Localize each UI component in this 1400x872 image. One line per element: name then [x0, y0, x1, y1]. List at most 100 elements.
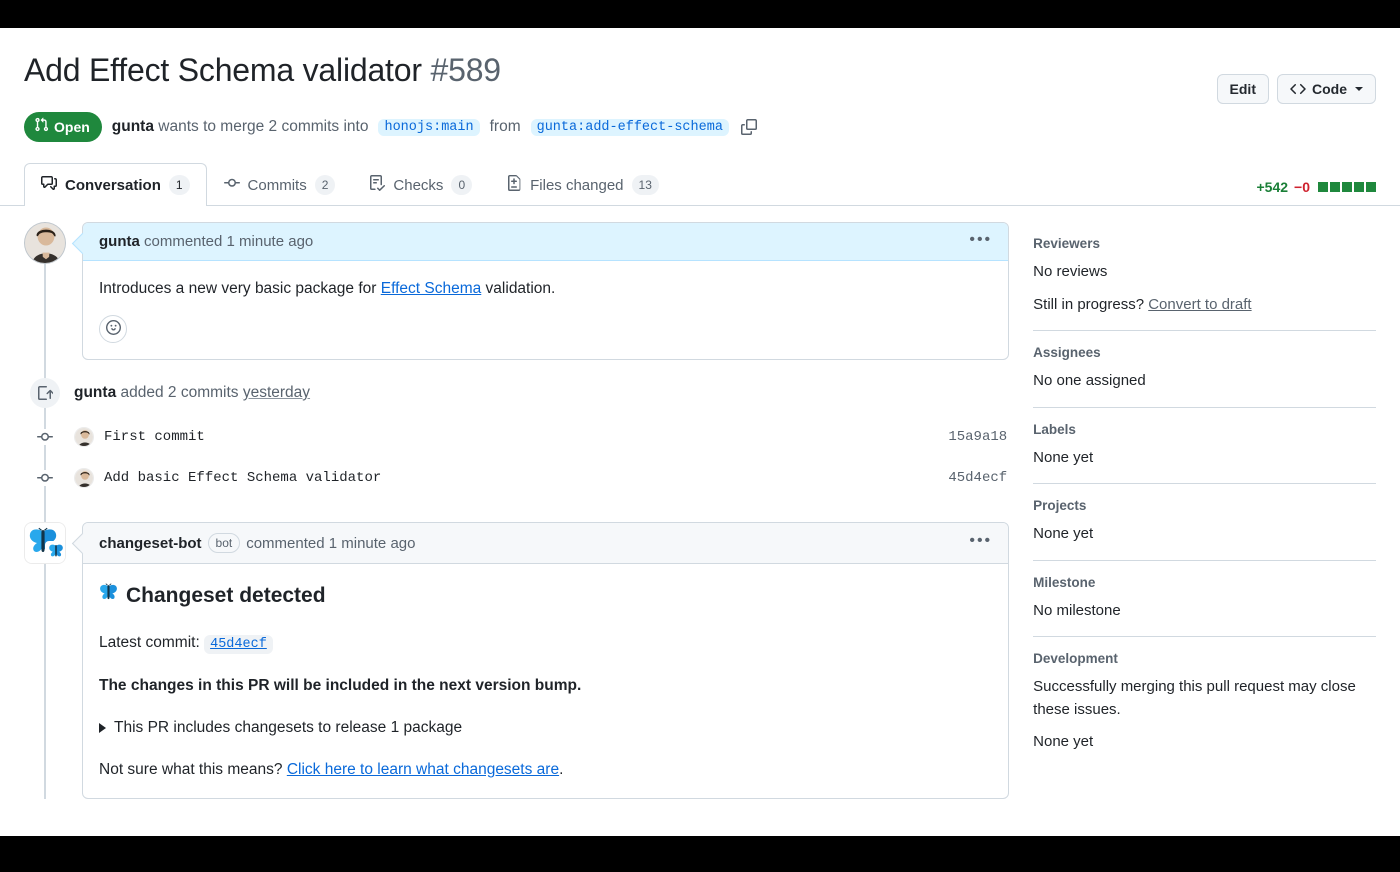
avatar[interactable]	[24, 222, 66, 264]
commit-message[interactable]: Add basic Effect Schema validator	[104, 470, 381, 486]
comment-body: Changeset detected Latest commit: 45d4ec…	[83, 564, 1008, 798]
sidebar-section-title[interactable]: Projects	[1033, 498, 1376, 513]
diffstat-deletions: −0	[1294, 179, 1310, 195]
butterfly-icon	[99, 580, 118, 613]
convert-to-draft-prompt: Still in progress?	[1033, 295, 1149, 313]
tab-files-changed[interactable]: Files changed 13	[489, 163, 676, 206]
labels-value: None yet	[1033, 448, 1094, 466]
conversation-timeline: gunta commented 1 minute ago ••• Introdu…	[24, 222, 1010, 799]
tab-files-changed-count: 13	[631, 175, 659, 195]
title-row: Add Effect Schema validator #589	[24, 50, 1376, 90]
sidebar-section-title[interactable]: Milestone	[1033, 575, 1376, 590]
commit-row: First commit 15a9a18	[24, 416, 1009, 457]
header-actions: Edit Code	[1216, 74, 1376, 104]
comment-item: gunta commented 1 minute ago ••• Introdu…	[24, 222, 1010, 361]
diffstat-block	[1318, 182, 1328, 192]
commits-push-time[interactable]: yesterday	[243, 384, 310, 401]
tab-checks[interactable]: Checks 0	[352, 163, 489, 206]
changesets-details-summary: This PR includes changesets to release 1…	[114, 718, 463, 736]
pull-request-icon	[34, 117, 49, 137]
avatar	[74, 426, 94, 447]
tab-commits-label: Commits	[247, 176, 307, 194]
tab-conversation-count: 1	[168, 175, 190, 195]
latest-commit-sha-link[interactable]: 45d4ecf	[204, 634, 273, 654]
comment-author[interactable]: gunta	[99, 233, 140, 250]
tab-commits[interactable]: Commits 2	[207, 163, 353, 206]
status-badge-label: Open	[54, 119, 90, 135]
bot-badge: bot	[207, 533, 241, 554]
effect-schema-link[interactable]: Effect Schema	[381, 280, 482, 297]
circle-dot-icon	[30, 469, 60, 486]
commit-sha[interactable]: 15a9a18	[948, 429, 1009, 445]
comment-discussion-icon	[41, 175, 57, 195]
pr-content: gunta commented 1 minute ago ••• Introdu…	[0, 222, 1400, 799]
sidebar-section-title[interactable]: Reviewers	[1033, 236, 1376, 251]
status-badge: Open	[24, 112, 102, 142]
sidebar-section-title[interactable]: Labels	[1033, 422, 1376, 437]
file-diff-icon	[506, 175, 522, 195]
comment-menu-button[interactable]: •••	[969, 231, 992, 249]
convert-to-draft-link[interactable]: Convert to draft	[1148, 296, 1251, 313]
commit-sha[interactable]: 45d4ecf	[948, 470, 1009, 486]
avatar	[74, 467, 94, 488]
base-branch-chip[interactable]: honojs:main	[378, 118, 480, 136]
diffstat: +542 −0	[1256, 179, 1376, 205]
learn-changesets-link[interactable]: Click here to learn what changesets are	[287, 761, 559, 778]
commit-push-icon	[30, 378, 60, 409]
diffstat-blocks	[1318, 182, 1376, 192]
sidebar-section-development: Development Successfully merging this pu…	[1033, 636, 1376, 768]
sidebar-section-reviewers: Reviewers No reviews Still in progress? …	[1033, 236, 1376, 330]
add-reaction-button[interactable]	[99, 315, 127, 344]
diffstat-additions: +542	[1256, 179, 1289, 195]
comment-timestamp: commented 1 minute ago	[144, 233, 314, 250]
commits-push-action: added 2 commits	[120, 384, 239, 402]
tab-conversation[interactable]: Conversation 1	[24, 163, 207, 206]
head-branch-chip[interactable]: gunta:add-effect-schema	[530, 118, 729, 136]
version-bump-note: The changes in this PR will be included …	[99, 676, 582, 694]
pr-meta-text: gunta wants to merge 2 commits into	[112, 118, 369, 136]
circle-dot-icon	[30, 428, 60, 445]
commit-row: Add basic Effect Schema validator 45d4ec…	[24, 457, 1009, 498]
comment-text-before: Introduces a new very basic package for	[99, 280, 381, 297]
edit-button-label: Edit	[1229, 81, 1256, 97]
changesets-footer-period: .	[559, 760, 564, 778]
pr-author-name: gunta	[111, 118, 154, 135]
tab-files-changed-label: Files changed	[530, 176, 624, 194]
comment-header: gunta commented 1 minute ago •••	[83, 223, 1009, 261]
top-black-bar	[0, 0, 1400, 28]
commit-message[interactable]: First commit	[104, 429, 205, 445]
chevron-down-icon	[1355, 87, 1363, 91]
tab-conversation-label: Conversation	[65, 176, 161, 194]
diffstat-block	[1330, 182, 1340, 192]
pr-title-text: Add Effect Schema validator	[24, 52, 422, 88]
commits-push-text: gunta added 2 commits yesterday	[74, 384, 310, 402]
pr-header: Add Effect Schema validator #589 Edit Co…	[0, 28, 1400, 142]
sidebar-section-title[interactable]: Development	[1033, 651, 1376, 666]
avatar[interactable]	[24, 522, 66, 565]
comment-timestamp: commented 1 minute ago	[246, 534, 416, 552]
copy-branch-icon[interactable]	[739, 117, 759, 137]
checklist-icon	[369, 175, 386, 195]
sidebar-section-title[interactable]: Assignees	[1033, 345, 1376, 360]
diffstat-block	[1342, 182, 1352, 192]
git-commit-icon	[223, 175, 240, 195]
pr-number: #589	[430, 52, 502, 88]
comment-author[interactable]: changeset-bot	[99, 535, 202, 552]
code-button[interactable]: Code	[1277, 74, 1376, 104]
tab-checks-label: Checks	[393, 176, 444, 194]
commits-push-author[interactable]: gunta	[74, 384, 116, 401]
diffstat-block	[1354, 182, 1364, 192]
reviewers-value: No reviews	[1033, 263, 1108, 280]
pr-meta-prefix: wants to merge 2 commits into	[158, 118, 369, 135]
comment-menu-button[interactable]: •••	[969, 533, 992, 550]
changesets-details-toggle[interactable]: This PR includes changesets to release 1…	[99, 716, 992, 740]
edit-button[interactable]: Edit	[1216, 74, 1269, 104]
projects-value: None yet	[1033, 525, 1094, 542]
changeset-heading-text: Changeset detected	[126, 584, 326, 608]
pr-sidebar: Reviewers No reviews Still in progress? …	[1033, 222, 1376, 768]
commits-group: gunta added 2 commits yesterday First co…	[24, 370, 1009, 498]
code-brackets-icon	[1290, 81, 1306, 97]
latest-commit-label: Latest commit:	[99, 633, 200, 651]
development-description: Successfully merging this pull request m…	[1033, 678, 1356, 718]
comment-card: gunta commented 1 minute ago ••• Introdu…	[82, 222, 1010, 361]
